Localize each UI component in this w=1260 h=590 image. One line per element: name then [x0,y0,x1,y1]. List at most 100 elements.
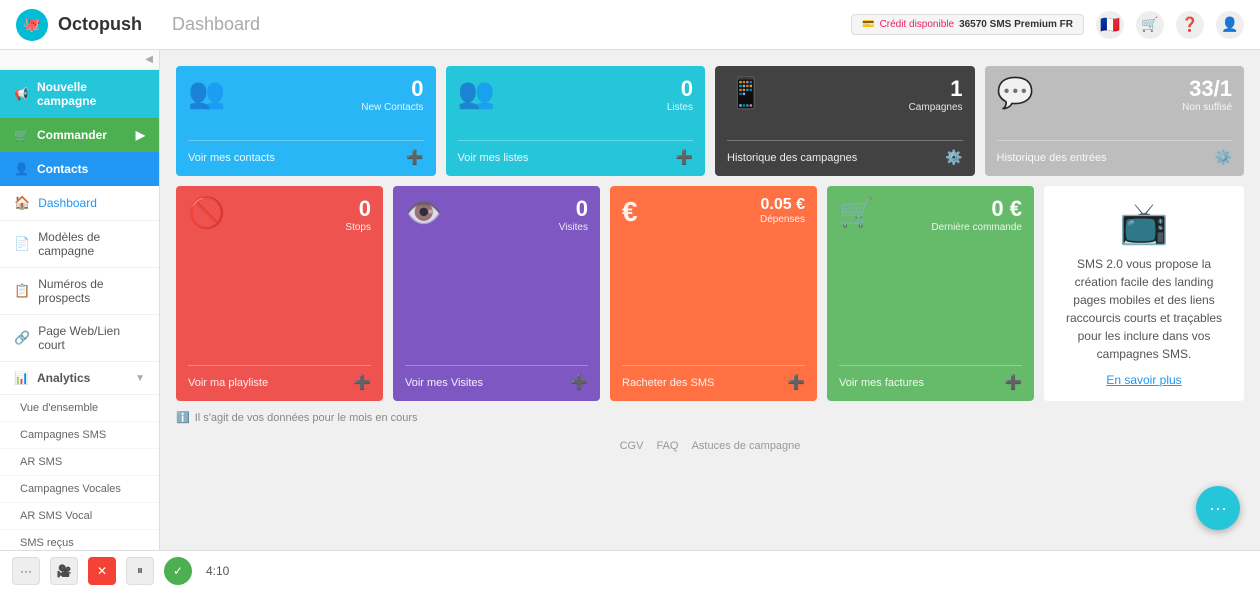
card-depenses-icon: € [622,196,638,228]
card-stops-count: 0 [345,196,371,222]
card-contacts-arrow: ➕ [406,149,423,166]
card-header: 👥 0 Listes [458,76,694,113]
footer-astuces[interactable]: Astuces de campagne [692,440,801,452]
card-header: 👁️ 0 Visites [405,196,588,233]
header-right: 💳 Crédit disponible 36570 SMS Premium FR… [851,11,1244,39]
card-listes-count: 0 [667,76,693,102]
contacts-icon: 👤 [14,162,29,176]
sidebar-dashboard-label: Dashboard [38,196,97,210]
toolbar-more-icon[interactable]: ··· [12,557,40,585]
info-notice: ℹ️ Il s'agit de vos données pour le mois… [176,411,1244,424]
credit-badge: 💳 Crédit disponible 36570 SMS Premium FR [851,14,1084,35]
sidebar: ◀ 📢 Nouvelle campagne 🛒 Commander ▶ 👤 Co… [0,50,160,590]
info-icon: ℹ️ [176,411,190,424]
card-commande-icon: 🛒 [839,196,874,229]
card-nonsuffise-count: 33/1 [1182,76,1232,102]
toolbar-video-icon[interactable]: 🎥 [50,557,78,585]
footer-cgv[interactable]: CGV [620,440,644,452]
toolbar-time: 4:10 [206,564,229,578]
commander-label: Commander [37,128,107,142]
card-depenses-footer: Racheter des SMS ➕ [622,365,805,391]
card-contacts-footer: Voir mes contacts ➕ [188,140,424,166]
contacts-label: Contacts [37,162,88,176]
card-visites-footer: Voir mes Visites ➕ [405,365,588,391]
sidebar-item-page-web[interactable]: 🔗 Page Web/Lien court [0,315,159,362]
sidebar-item-ar-sms-vocal[interactable]: AR SMS Vocal [0,503,159,530]
toolbar-close-button[interactable]: ✕ [88,557,116,585]
card-visites: 👁️ 0 Visites Voir mes Visites ➕ [393,186,600,401]
flag-icon[interactable]: 🇫🇷 [1096,11,1124,39]
card-stops-link[interactable]: Voir ma playliste [188,377,268,389]
commander-button[interactable]: 🛒 Commander ▶ [0,118,159,152]
card-campagnes-link[interactable]: Historique des campagnes [727,152,857,164]
promo-icon: 📺 [1119,200,1169,247]
help-icon[interactable]: ❓ [1176,11,1204,39]
commander-icon: 🛒 [14,128,29,142]
card-header: € 0.05 € Dépenses [622,196,805,228]
toolbar-confirm-button[interactable]: ✓ [164,557,192,585]
card-depenses: € 0.05 € Dépenses Racheter des SMS ➕ [610,186,817,401]
cart-icon[interactable]: 🛒 [1136,11,1164,39]
promo-link[interactable]: En savoir plus [1106,373,1181,387]
credit-icon: 💳 [862,19,874,30]
user-icon[interactable]: 👤 [1216,11,1244,39]
toolbar-pause-icon[interactable]: ⏸ [126,557,154,585]
dashboard-cards-row2: 🚫 0 Stops Voir ma playliste ➕ 👁️ 0 [176,186,1244,401]
card-campagnes-footer: Historique des campagnes ⚙️ [727,140,963,166]
sidebar-collapse-icon[interactable]: ◀ [145,54,153,65]
dashboard-icon: 🏠 [14,195,30,211]
card-stops-footer: Voir ma playliste ➕ [188,365,371,391]
page-web-icon: 🔗 [14,330,30,346]
dashboard-cards-row1: 👥 0 New Contacts Voir mes contacts ➕ 👥 0 [176,66,1244,176]
header-left: 🐙 Octopush Dashboard [16,9,260,41]
card-commande-link[interactable]: Voir mes factures [839,377,924,389]
card-stops-arrow: ➕ [354,374,371,391]
card-nonsuffise-arrow: ⚙️ [1215,149,1232,166]
card-campagnes-arrow: ⚙️ [945,149,962,166]
sidebar-item-dashboard[interactable]: 🏠 Dashboard [0,186,159,221]
card-campagnes: 📱 1 Campagnes Historique des campagnes ⚙… [715,66,975,176]
card-depenses-arrow: ➕ [788,374,805,391]
card-header: 🛒 0 € Dernière commande [839,196,1022,233]
footer-faq[interactable]: FAQ [656,440,678,452]
card-nonsuffise-link[interactable]: Historique des entrées [997,152,1107,164]
sidebar-item-modeles[interactable]: 📄 Modèles de campagne [0,221,159,268]
sidebar-item-campagnes-sms[interactable]: Campagnes SMS [0,422,159,449]
card-visites-arrow: ➕ [571,374,588,391]
bottom-toolbar: ··· 🎥 ✕ ⏸ ✓ 4:10 [0,550,1260,590]
card-stops-label: Stops [345,222,371,233]
nouvelle-campagne-button[interactable]: 📢 Nouvelle campagne [0,70,159,118]
card-commande-arrow: ➕ [1005,374,1022,391]
analytics-icon: 📊 [14,371,29,385]
card-visites-icon: 👁️ [405,196,442,231]
card-contacts-link[interactable]: Voir mes contacts [188,152,275,164]
card-non-suffise: 💬 33/1 Non suffisé Historique des entrée… [985,66,1245,176]
credit-value: 36570 SMS Premium FR [959,19,1073,30]
sidebar-item-campagnes-vocales[interactable]: Campagnes Vocales [0,476,159,503]
chat-bubble[interactable]: ··· [1196,486,1240,530]
card-visites-label: Visites [559,222,588,233]
sidebar-item-vue-ensemble[interactable]: Vue d'ensemble [0,395,159,422]
card-derniere-commande: 🛒 0 € Dernière commande Voir mes facture… [827,186,1034,401]
card-contacts-count: 0 [361,76,423,102]
card-contacts-label: New Contacts [361,102,423,113]
card-header: 👥 0 New Contacts [188,76,424,113]
main-content: 👥 0 New Contacts Voir mes contacts ➕ 👥 0 [160,50,1260,590]
card-commande-label: Dernière commande [931,222,1022,233]
sidebar-item-numeros[interactable]: 📋 Numéros de prospects [0,268,159,315]
card-listes-icon: 👥 [458,76,495,111]
card-header: 🚫 0 Stops [188,196,371,233]
analytics-section-header[interactable]: 📊 Analytics ▼ [0,362,159,395]
card-depenses-link[interactable]: Racheter des SMS [622,377,714,389]
main-layout: ◀ 📢 Nouvelle campagne 🛒 Commander ▶ 👤 Co… [0,50,1260,590]
sidebar-item-ar-sms[interactable]: AR SMS [0,449,159,476]
card-contacts-icon: 👥 [188,76,225,111]
card-nonsuffise-icon: 💬 [997,76,1034,111]
card-visites-link[interactable]: Voir mes Visites [405,377,483,389]
card-depenses-count: 0.05 € [760,196,805,214]
card-listes: 👥 0 Listes Voir mes listes ➕ [446,66,706,176]
card-campagnes-count: 1 [909,76,963,102]
card-listes-link[interactable]: Voir mes listes [458,152,529,164]
logo-icon: 🐙 [16,9,48,41]
contacts-button[interactable]: 👤 Contacts [0,152,159,186]
